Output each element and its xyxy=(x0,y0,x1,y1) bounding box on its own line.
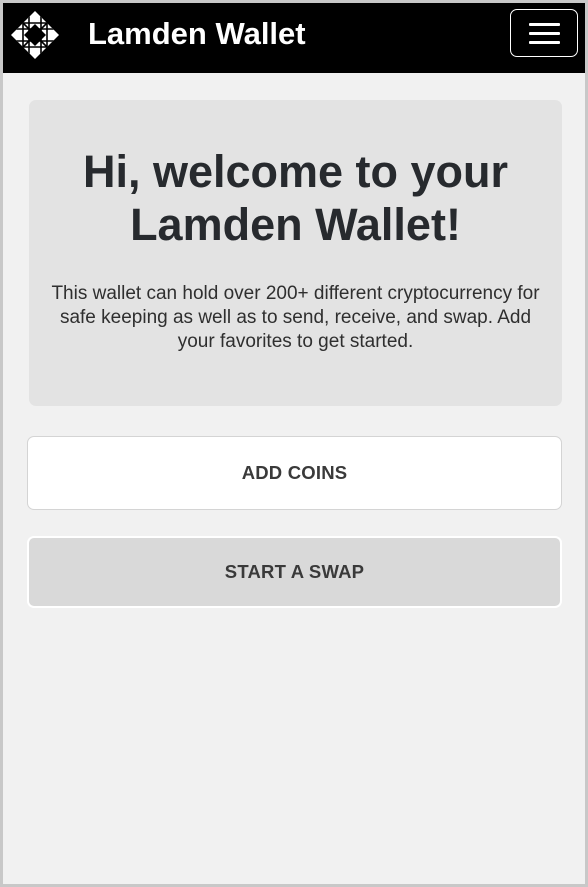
welcome-description: This wallet can hold over 200+ different… xyxy=(51,283,540,352)
menu-button[interactable] xyxy=(510,9,578,57)
welcome-card: Hi, welcome to your Lamden Wallet! This … xyxy=(29,100,562,406)
welcome-title: Hi, welcome to your Lamden Wallet! xyxy=(82,146,509,250)
add-coins-button[interactable]: ADD COINS xyxy=(27,436,562,510)
lamden-logo-icon[interactable] xyxy=(9,9,61,61)
app-title: Lamden Wallet xyxy=(88,16,306,51)
navbar: Lamden Wallet xyxy=(3,3,585,73)
start-swap-button[interactable]: START A SWAP xyxy=(27,536,562,608)
app-window: Lamden Wallet Hi, welcome to your Lamden… xyxy=(0,0,588,887)
